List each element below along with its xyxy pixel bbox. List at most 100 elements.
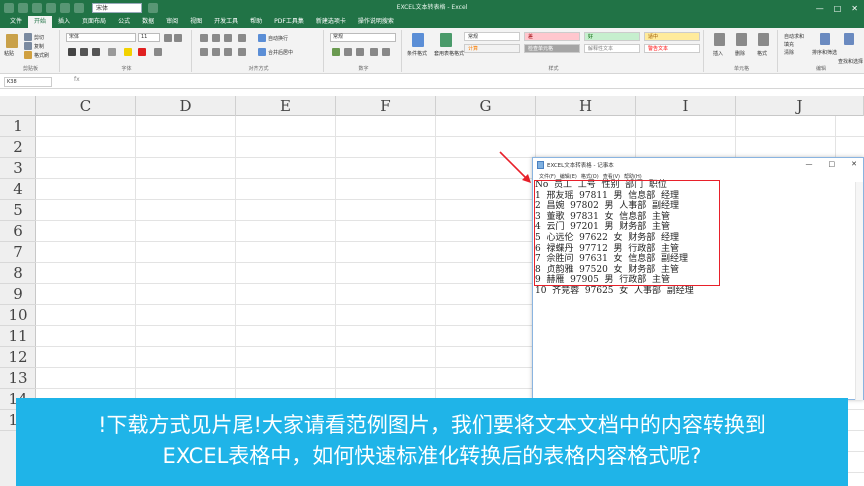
insert-cells-icon[interactable] bbox=[714, 33, 725, 46]
italic-icon[interactable] bbox=[80, 48, 88, 56]
copy-button[interactable]: 复制 bbox=[34, 43, 44, 50]
paste-icon[interactable] bbox=[6, 34, 18, 48]
number-format-select[interactable]: 常规 bbox=[330, 33, 396, 42]
cell-style-option[interactable]: 好 bbox=[584, 32, 640, 41]
row-header-13[interactable]: 13 bbox=[0, 368, 36, 389]
font-name-select[interactable]: 宋体 bbox=[66, 33, 136, 42]
merge-center-button[interactable]: 合并后居中 bbox=[268, 49, 293, 56]
align-top-icon[interactable] bbox=[200, 34, 208, 42]
autosum-button[interactable]: 自动求和 bbox=[784, 33, 804, 40]
tab-data[interactable]: 数据 bbox=[136, 16, 160, 28]
conditional-format-button[interactable]: 条件格式 bbox=[407, 50, 427, 57]
increase-decimal-icon[interactable] bbox=[370, 48, 378, 56]
notepad-scrollbar[interactable] bbox=[855, 182, 863, 400]
grow-font-icon[interactable] bbox=[164, 34, 172, 42]
column-header-g[interactable]: G bbox=[436, 96, 536, 116]
font-size-select[interactable]: 11 bbox=[138, 33, 160, 42]
column-header-c[interactable]: C bbox=[36, 96, 136, 116]
maximize-button[interactable]: □ bbox=[834, 4, 842, 13]
column-header-e[interactable]: E bbox=[236, 96, 336, 116]
currency-icon[interactable] bbox=[332, 48, 340, 56]
format-painter-button[interactable]: 格式刷 bbox=[34, 52, 49, 59]
find-select-icon[interactable] bbox=[844, 33, 854, 45]
sort-filter-icon[interactable] bbox=[820, 33, 830, 45]
tell-me-search[interactable]: 操作说明搜索 bbox=[352, 16, 400, 28]
cut-button[interactable]: 剪切 bbox=[34, 34, 44, 41]
row-header-9[interactable]: 9 bbox=[0, 284, 36, 305]
row-header-8[interactable]: 8 bbox=[0, 263, 36, 284]
row-header-4[interactable]: 4 bbox=[0, 179, 36, 200]
format-cells-icon[interactable] bbox=[758, 33, 769, 46]
conditional-format-icon[interactable] bbox=[412, 33, 424, 47]
wrap-text-button[interactable]: 自动换行 bbox=[268, 35, 288, 42]
column-header-j[interactable]: J bbox=[736, 96, 864, 116]
tab-home[interactable]: 开始 bbox=[28, 16, 53, 28]
align-right-icon[interactable] bbox=[224, 48, 232, 56]
row-header-10[interactable]: 10 bbox=[0, 305, 36, 326]
delete-cells-button[interactable]: 删除 bbox=[735, 50, 745, 57]
find-select-button[interactable]: 查找和选择 bbox=[838, 58, 863, 65]
insert-cells-button[interactable]: 插入 bbox=[713, 50, 723, 57]
copy-icon[interactable] bbox=[24, 42, 32, 50]
delete-cells-icon[interactable] bbox=[736, 33, 747, 46]
cell-style-option[interactable]: 常规 bbox=[464, 32, 520, 41]
column-header-h[interactable]: H bbox=[536, 96, 636, 116]
column-header-i[interactable]: I bbox=[636, 96, 736, 116]
clear-button[interactable]: 清除 bbox=[784, 49, 794, 56]
select-all-corner[interactable] bbox=[0, 96, 36, 116]
cell-style-option[interactable]: 适中 bbox=[644, 32, 700, 41]
shrink-font-icon[interactable] bbox=[174, 34, 182, 42]
row-header-7[interactable]: 7 bbox=[0, 242, 36, 263]
cell-style-option[interactable]: 计算 bbox=[464, 44, 520, 53]
notepad-maximize-button[interactable]: □ bbox=[829, 160, 836, 168]
notepad-minimize-button[interactable]: — bbox=[806, 160, 813, 168]
sort-filter-button[interactable]: 排序和筛选 bbox=[812, 49, 837, 56]
align-middle-icon[interactable] bbox=[212, 34, 220, 42]
paste-button[interactable]: 粘贴 bbox=[4, 50, 14, 57]
merge-center-icon[interactable] bbox=[258, 48, 266, 56]
tab-formulas[interactable]: 公式 bbox=[112, 16, 136, 28]
underline-icon[interactable] bbox=[92, 48, 100, 56]
percent-icon[interactable] bbox=[344, 48, 352, 56]
align-bottom-icon[interactable] bbox=[224, 34, 232, 42]
format-cells-button[interactable]: 格式 bbox=[757, 50, 767, 57]
tab-help[interactable]: 帮助 bbox=[244, 16, 268, 28]
format-painter-icon[interactable] bbox=[24, 51, 32, 59]
tab-pdf-tools[interactable]: PDF工具集 bbox=[268, 16, 310, 28]
cut-icon[interactable] bbox=[24, 33, 32, 41]
tab-new[interactable]: 新建选项卡 bbox=[310, 16, 352, 28]
comma-icon[interactable] bbox=[356, 48, 364, 56]
row-header-6[interactable]: 6 bbox=[0, 221, 36, 242]
align-left-icon[interactable] bbox=[200, 48, 208, 56]
tab-file[interactable]: 文件 bbox=[4, 16, 28, 28]
notepad-close-button[interactable]: ✕ bbox=[851, 160, 857, 168]
table-format-icon[interactable] bbox=[440, 33, 452, 47]
tab-view[interactable]: 视图 bbox=[184, 16, 208, 28]
fill-color-icon[interactable] bbox=[124, 48, 132, 56]
table-format-button[interactable]: 套用表格格式 bbox=[434, 50, 464, 57]
tab-developer[interactable]: 开发工具 bbox=[208, 16, 244, 28]
tab-review[interactable]: 审阅 bbox=[160, 16, 184, 28]
row-header-11[interactable]: 11 bbox=[0, 326, 36, 347]
close-button[interactable]: ✕ bbox=[851, 4, 858, 13]
column-header-d[interactable]: D bbox=[136, 96, 236, 116]
row-header-5[interactable]: 5 bbox=[0, 200, 36, 221]
wrap-text-icon[interactable] bbox=[258, 34, 266, 42]
decrease-decimal-icon[interactable] bbox=[382, 48, 390, 56]
phonetic-icon[interactable] bbox=[154, 48, 162, 56]
tab-insert[interactable]: 插入 bbox=[52, 16, 76, 28]
tab-page-layout[interactable]: 页面布局 bbox=[76, 16, 112, 28]
name-box[interactable]: K38 bbox=[4, 77, 52, 87]
cell-style-option[interactable]: 解释性文本 bbox=[584, 44, 640, 53]
bold-icon[interactable] bbox=[68, 48, 76, 56]
row-header-1[interactable]: 1 bbox=[0, 116, 36, 137]
font-color-icon[interactable] bbox=[138, 48, 146, 56]
cell-style-option[interactable]: 检查单元格 bbox=[524, 44, 580, 53]
borders-icon[interactable] bbox=[108, 48, 116, 56]
fx-icon[interactable]: fx bbox=[74, 76, 80, 83]
row-header-2[interactable]: 2 bbox=[0, 137, 36, 158]
fill-button[interactable]: 填充 bbox=[784, 41, 794, 48]
cell-style-option[interactable]: 警告文本 bbox=[644, 44, 700, 53]
row-header-3[interactable]: 3 bbox=[0, 158, 36, 179]
align-center-icon[interactable] bbox=[212, 48, 220, 56]
